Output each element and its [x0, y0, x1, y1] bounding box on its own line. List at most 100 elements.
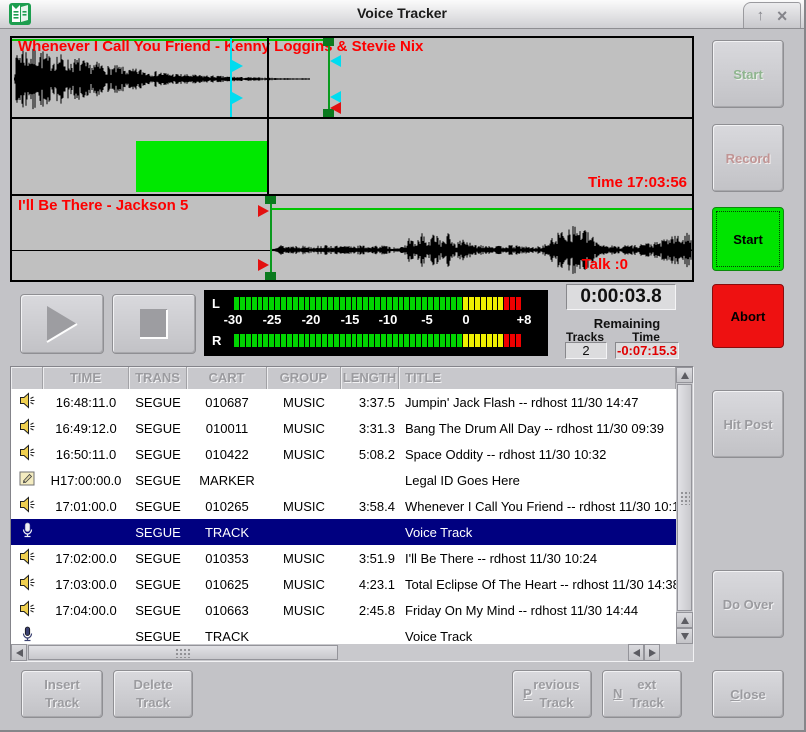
log-row[interactable]: 17:01:00.0SEGUE010265MUSIC3:58.4Whenever… — [11, 493, 676, 519]
meter-segment — [440, 297, 445, 310]
track1-end-handle-top[interactable] — [323, 38, 334, 46]
log-cell: SEGUE — [129, 577, 187, 592]
play-icon — [44, 304, 80, 344]
meter-segment — [287, 297, 292, 310]
voice-track-editor[interactable]: Whenever I Call You Friend - Kenny Loggi… — [10, 36, 694, 282]
play-start-button[interactable]: Start — [712, 40, 784, 108]
meter-segment — [252, 297, 257, 310]
log-column-header[interactable] — [11, 367, 43, 389]
log-event-list: TIMETRANSCARTGROUPLENGTHTITLE 16:48:11.0… — [10, 366, 694, 662]
meter-segment — [410, 334, 415, 347]
meter-scale-tick: -20 — [302, 312, 321, 327]
meter-segment — [469, 297, 474, 310]
scroll-up-button[interactable] — [676, 367, 693, 383]
pane-divider-1 — [12, 117, 692, 119]
scroll-left-button[interactable] — [11, 644, 27, 661]
log-cell: Space Oddity -- rdhost 11/30 10:32 — [399, 447, 676, 462]
meter-segment — [246, 297, 251, 310]
track2-start-line[interactable] — [270, 196, 272, 280]
track1-segue-marker[interactable] — [330, 102, 341, 114]
vertical-scrollbar[interactable] — [676, 367, 693, 644]
track2-start-handle-bottom[interactable] — [265, 272, 276, 280]
track1-fadeout-marker-top[interactable] — [330, 55, 341, 67]
scroll-up-button-2[interactable] — [676, 612, 693, 628]
window-controls: ↑ × — [743, 2, 801, 28]
meter-segment — [498, 297, 503, 310]
log-cell: TRACK — [187, 525, 267, 540]
log-cell: MUSIC — [267, 577, 341, 592]
previous-track-button[interactable]: Previous Track — [512, 670, 592, 718]
log-cell: 2:45.8 — [341, 603, 399, 618]
meter-segment — [363, 334, 368, 347]
meter-right-label: R — [212, 333, 228, 348]
track1-fade-cursor[interactable] — [230, 38, 232, 117]
log-cell: SEGUE — [129, 629, 187, 644]
record-button[interactable]: Record — [712, 124, 784, 192]
log-row-voice-track[interactable]: SEGUETRACKVoice Track — [11, 519, 676, 545]
abort-button[interactable]: Abort — [712, 284, 784, 348]
meter-scale-tick: 0 — [462, 312, 469, 327]
horizontal-scrollbar[interactable] — [11, 644, 676, 661]
log-column-header[interactable]: LENGTH — [341, 367, 399, 389]
log-row[interactable]: 17:03:00.0SEGUE010625MUSIC4:23.1Total Ec… — [11, 571, 676, 597]
track1-fade-marker-top[interactable] — [232, 60, 243, 72]
log-row[interactable]: 16:50:11.0SEGUE010422MUSIC5:08.2Space Od… — [11, 441, 676, 467]
horizontal-scrollbar-thumb[interactable] — [28, 645, 338, 660]
scroll-left-button-2[interactable] — [628, 644, 644, 661]
log-cell: Bang The Drum All Day -- rdhost 11/30 09… — [399, 421, 676, 436]
meter-left-bar — [234, 297, 522, 310]
log-column-header[interactable]: TRANS — [129, 367, 187, 389]
vertical-scrollbar-thumb[interactable] — [677, 384, 692, 611]
log-column-header[interactable]: CART — [187, 367, 267, 389]
talk-time-label: Talk :0 — [582, 256, 628, 273]
track2-start-marker-top[interactable] — [258, 205, 269, 217]
meter-segment — [328, 297, 333, 310]
meter-segment — [258, 297, 263, 310]
log-header-row: TIMETRANSCARTGROUPLENGTHTITLE — [11, 367, 676, 389]
window-titlebar[interactable]: Voice Tracker ↑ × — [0, 0, 804, 29]
log-row[interactable]: H17:00:00.0SEGUEMARKERLegal ID Goes Here — [11, 467, 676, 493]
stop-button[interactable] — [112, 294, 196, 354]
do-over-button[interactable]: Do Over — [712, 570, 784, 638]
meter-segment — [299, 297, 304, 310]
meter-segment — [352, 297, 357, 310]
voice-track-region[interactable] — [136, 141, 267, 192]
record-start-button[interactable]: Start — [712, 207, 784, 271]
close-window-button[interactable]: × — [777, 7, 788, 25]
meter-segment — [381, 297, 386, 310]
track2-waveform[interactable] — [272, 209, 692, 291]
log-row[interactable]: 16:48:11.0SEGUE010687MUSIC3:37.5Jumpin' … — [11, 389, 676, 415]
meter-segment — [463, 334, 468, 347]
log-cell: I'll Be There -- rdhost 11/30 10:24 — [399, 551, 676, 566]
log-cell: Voice Track — [399, 629, 676, 644]
log-column-header[interactable]: TIME — [43, 367, 129, 389]
log-cell: 010422 — [187, 447, 267, 462]
log-column-header[interactable]: GROUP — [267, 367, 341, 389]
hit-post-button[interactable]: Hit Post — [712, 390, 784, 458]
log-row[interactable]: 16:49:12.0SEGUE010011MUSIC3:31.3Bang The… — [11, 415, 676, 441]
meter-left-label: L — [212, 296, 228, 311]
window-title: Voice Tracker — [0, 5, 804, 21]
meter-segment — [258, 334, 263, 347]
log-cell: Whenever I Call You Friend -- rdhost 11/… — [399, 499, 676, 514]
log-cell: SEGUE — [129, 421, 187, 436]
log-row[interactable]: 17:02:00.0SEGUE010353MUSIC3:51.9I'll Be … — [11, 545, 676, 571]
log-row-voice-track[interactable]: SEGUETRACKVoice Track — [11, 623, 676, 644]
track2-start-marker-bottom[interactable] — [258, 259, 269, 271]
scroll-right-button[interactable] — [644, 644, 660, 661]
track1-fade-marker-bottom[interactable] — [232, 92, 243, 104]
close-button[interactable]: Close — [712, 670, 784, 718]
play-button[interactable] — [20, 294, 104, 354]
log-row[interactable]: 17:04:00.0SEGUE010663MUSIC2:45.8Friday O… — [11, 597, 676, 623]
scroll-down-button[interactable] — [676, 628, 693, 644]
next-track-button[interactable]: Next Track — [602, 670, 682, 718]
log-column-header[interactable]: TITLE — [399, 367, 676, 389]
log-cell: Friday On My Mind -- rdhost 11/30 14:44 — [399, 603, 676, 618]
insert-track-button[interactable]: Insert Track — [21, 670, 103, 718]
track2-start-handle-top[interactable] — [265, 196, 276, 204]
delete-track-button[interactable]: Delete Track — [113, 670, 193, 718]
shade-window-button[interactable]: ↑ — [757, 8, 765, 23]
scrollbar-corner — [676, 644, 693, 661]
speaker-icon — [11, 548, 43, 568]
meter-segment — [481, 297, 486, 310]
